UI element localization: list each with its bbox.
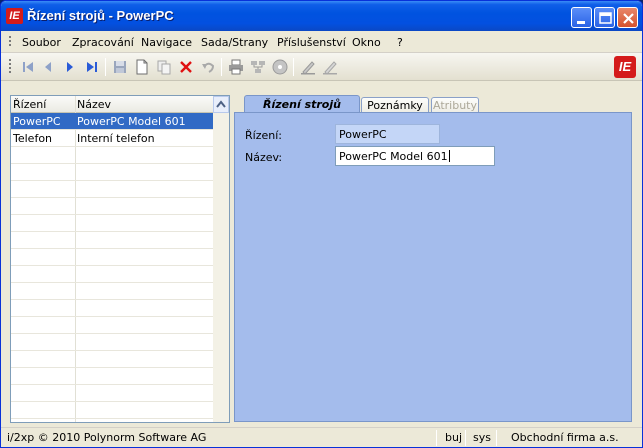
edit-pen-alt-icon: [323, 61, 337, 75]
status-user: buj: [445, 431, 463, 444]
new-document-icon: [136, 59, 148, 75]
minimize-icon: [577, 21, 585, 24]
menu-zpracovani[interactable]: Zpracování: [72, 36, 134, 49]
next-record-icon: [67, 62, 73, 72]
disc-button[interactable]: [271, 58, 289, 76]
cd-icon: [272, 59, 288, 75]
list-row-empty: [11, 198, 214, 215]
network-icon: [251, 61, 265, 73]
status-company: Obchodní firma a.s.: [511, 431, 619, 444]
status-copyright: i/2xp © 2010 Polynorm Software AG: [7, 431, 207, 444]
menu-help[interactable]: ?: [397, 36, 403, 49]
status-bar: i/2xp © 2010 Polynorm Software AG buj sy…: [1, 427, 642, 447]
scroll-up-button[interactable]: [213, 96, 229, 113]
list-row-telefon[interactable]: Telefon Interní telefon: [11, 130, 214, 147]
list-cell-name: Interní telefon: [77, 132, 155, 145]
next-record-button[interactable]: [61, 58, 79, 76]
save-icon: [114, 61, 126, 73]
maximize-icon: [599, 12, 612, 24]
text-cursor: [448, 150, 450, 162]
status-divider: [496, 430, 497, 446]
close-button[interactable]: [617, 7, 638, 28]
save-button[interactable]: [111, 58, 129, 76]
menu-navigace[interactable]: Navigace: [141, 36, 192, 49]
menu-okno[interactable]: Okno: [352, 36, 381, 49]
status-divider: [436, 430, 437, 446]
toolbar-separator: [221, 58, 222, 76]
list-row-powerpc[interactable]: PowerPC PowerPC Model 601: [11, 113, 214, 130]
list-row-empty: [11, 249, 214, 266]
print-button[interactable]: [227, 58, 245, 76]
copy-icon: [157, 60, 171, 75]
window-title: Řízení strojů - PowerPC: [27, 8, 174, 23]
minimize-button[interactable]: [571, 7, 592, 28]
menu-bar: Soubor Zpracování Navigace Sada/Strany P…: [1, 31, 642, 53]
maximize-button[interactable]: [594, 7, 615, 28]
control-label: Řízení:: [245, 129, 282, 142]
list-header: Řízení Název: [11, 96, 214, 113]
list-row-empty: [11, 215, 214, 232]
status-divider: [465, 430, 466, 446]
first-record-button[interactable]: [19, 58, 37, 76]
menu-soubor[interactable]: Soubor: [22, 36, 61, 49]
brand-logo-icon: IE: [614, 56, 636, 78]
first-record-icon: [23, 62, 33, 72]
edit-button[interactable]: [299, 58, 317, 76]
list-row-empty: [11, 368, 214, 385]
list-cell-code: PowerPC: [13, 115, 61, 128]
name-field[interactable]: PowerPC Model 601: [335, 146, 495, 166]
network-button[interactable]: [249, 58, 267, 76]
edit-alt-button[interactable]: [321, 58, 339, 76]
list-row-empty: [11, 147, 214, 164]
list-row-empty: [11, 266, 214, 283]
list-row-empty: [11, 300, 214, 317]
close-icon: [623, 13, 634, 24]
previous-record-button[interactable]: [39, 58, 57, 76]
detail-panel: Řízení: PowerPC Název: PowerPC Model 601: [234, 112, 632, 422]
title-bar[interactable]: IE Řízení strojů - PowerPC: [1, 1, 642, 31]
control-field: PowerPC: [335, 124, 440, 144]
status-system: sys: [473, 431, 491, 444]
list-row-empty: [11, 334, 214, 351]
menu-grip-icon[interactable]: [9, 36, 12, 48]
toolbar: IE: [1, 53, 642, 81]
vertical-scrollbar[interactable]: [213, 113, 229, 422]
new-record-button[interactable]: [133, 58, 151, 76]
list-row-empty: [11, 181, 214, 198]
list-cell-code: Telefon: [13, 132, 53, 145]
name-field-value: PowerPC Model 601: [339, 150, 448, 163]
list-row-empty: [11, 232, 214, 249]
undo-icon: [202, 62, 215, 73]
column-header-code[interactable]: Řízení: [13, 98, 46, 111]
last-record-button[interactable]: [83, 58, 101, 76]
app-logo-icon[interactable]: IE: [6, 8, 23, 24]
delete-record-button[interactable]: [177, 58, 195, 76]
print-icon: [229, 59, 243, 75]
last-record-icon: [87, 62, 97, 72]
list-row-empty: [11, 351, 214, 368]
previous-record-icon: [45, 62, 51, 72]
edit-pen-icon: [301, 61, 315, 75]
copy-record-button[interactable]: [155, 58, 173, 76]
list-row-empty: [11, 385, 214, 402]
record-list[interactable]: Řízení Název PowerPC PowerPC Model 601 T…: [10, 95, 230, 423]
delete-icon: [180, 61, 192, 73]
chevron-up-icon: [216, 100, 226, 108]
menu-prislusenstvi[interactable]: Příslušenství: [277, 36, 346, 49]
list-row-empty: [11, 402, 214, 419]
column-header-name[interactable]: Název: [77, 98, 111, 111]
undo-button[interactable]: [199, 58, 217, 76]
toolbar-separator: [105, 58, 106, 76]
toolbar-separator: [293, 58, 294, 76]
name-label: Název:: [245, 151, 283, 164]
menu-sada-strany[interactable]: Sada/Strany: [201, 36, 268, 49]
list-cell-name: PowerPC Model 601: [77, 115, 186, 128]
toolbar-grip-icon[interactable]: [9, 59, 12, 75]
list-row-empty: [11, 283, 214, 300]
list-row-empty: [11, 164, 214, 181]
list-row-empty: [11, 317, 214, 334]
application-window: IE Řízení strojů - PowerPC Soubor Zpraco…: [0, 0, 643, 448]
